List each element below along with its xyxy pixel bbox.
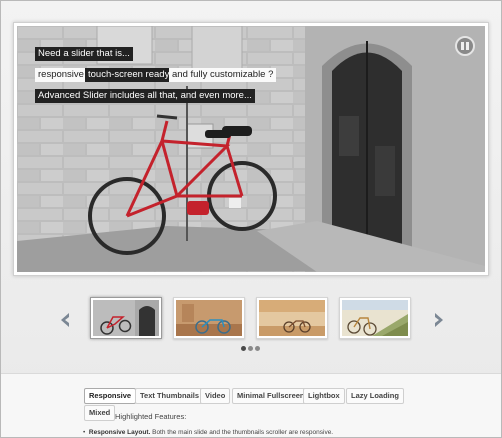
features-heading: Highlighted Features: <box>115 412 187 421</box>
slide-image-red-bicycle[interactable]: Need a slider that is... responsive touc… <box>17 26 485 272</box>
tab-lazy-loading[interactable]: Lazy Loading <box>346 388 404 404</box>
thumb-image <box>259 300 325 336</box>
thumb-red-bicycle[interactable] <box>90 297 162 339</box>
tab-lightbox[interactable]: Lightbox <box>303 388 345 404</box>
thumb-image <box>93 300 159 336</box>
caption-tag-touch: touch-screen ready <box>85 68 173 82</box>
main-slider: Need a slider that is... responsive touc… <box>13 22 489 276</box>
caption-tag-responsive: responsive <box>35 68 87 82</box>
tab-text-thumbnails[interactable]: Text Thumbnails <box>135 388 205 404</box>
feature-list-item: • Responsive Layout. Both the main slide… <box>83 429 334 436</box>
caption-tag-customizable: and fully customizable ? <box>169 68 277 82</box>
tab-minimal-fullscreen[interactable]: Minimal Fullscreen <box>232 388 310 404</box>
pause-button[interactable] <box>455 36 475 56</box>
thumb-bicycle-wall[interactable] <box>256 297 328 339</box>
arrow-left-icon[interactable] <box>58 312 72 328</box>
slider-demo-frame: Need a slider that is... responsive touc… <box>0 0 502 438</box>
feature-description: Both the main slide and the thumbnails s… <box>150 429 334 436</box>
pause-icon <box>461 42 464 50</box>
tab-mixed[interactable]: Mixed <box>84 405 116 421</box>
slide-photo <box>17 26 485 272</box>
demo-tabs-panel: Responsive Text Thumbnails Video Minimal… <box>1 373 501 437</box>
thumbnail-scroller <box>1 289 501 359</box>
thumb-bicycle-grass[interactable] <box>339 297 411 339</box>
feature-name: Responsive Layout. <box>88 429 151 436</box>
thumb-image <box>176 300 242 336</box>
thumb-blue-bicycle[interactable] <box>173 297 245 339</box>
pagination-dot[interactable] <box>255 346 260 351</box>
caption-summary: Advanced Slider includes all that, and e… <box>35 89 255 103</box>
arrow-right-icon[interactable] <box>432 312 446 328</box>
caption-intro: Need a slider that is... <box>35 47 133 61</box>
thumbnail-pagination <box>241 346 260 351</box>
pagination-dot[interactable] <box>248 346 253 351</box>
tab-video[interactable]: Video <box>200 388 231 404</box>
tab-responsive[interactable]: Responsive <box>84 388 137 404</box>
pagination-dot[interactable] <box>241 346 246 351</box>
thumb-image <box>342 300 408 336</box>
